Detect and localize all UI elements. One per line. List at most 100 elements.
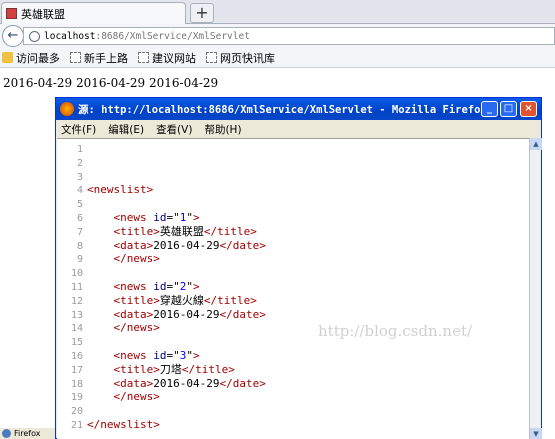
source-line: 4 <newslist> [57,183,527,197]
bookmark-label: 建议网站 [152,51,196,65]
watermark: http://blog.csdn.net/ [318,322,473,340]
line-number: 9 [76,254,83,265]
code-token: <news [113,211,154,224]
code-token: <data> [113,239,154,252]
source-line: 2 [57,156,527,170]
code-token: 2016-04-29 [153,239,220,252]
code-token: </news> [113,321,160,334]
code-token: </news> [113,390,160,403]
bookmark-web-slice-gallery[interactable]: 网页快讯库 [206,50,275,66]
line-number: 21 [70,420,83,431]
url-path: :8686/XmlService/XmlServlet [95,30,250,42]
line-code: <title>穿越火線</title> [87,294,257,307]
line-number: 14 [70,323,83,334]
bookmarks-toolbar: 访问最多 新手上路 建议网站 网页快讯库 [0,48,555,68]
code-token: " [186,280,193,293]
code-token: > [193,349,200,362]
source-line: 10 [57,266,527,280]
scroll-down-icon[interactable]: ▼ [530,428,542,439]
tab-bar: 英雄联盟 + [0,0,555,24]
window-title-bar[interactable]: 源: http://localhost:8686/XmlService/XmlS… [56,98,541,120]
code-token: > [193,280,200,293]
source-code-view[interactable]: 1 2 3 4 <newslist> 5 6 <news id="1"> 7 <title>英… [57,138,529,439]
source-line: 17 <title>刀塔</title> [57,363,527,377]
code-token: <newslist> [87,183,154,196]
line-number: 15 [70,337,83,348]
line-code: <title>英雄联盟</title> [87,225,257,238]
menu-help[interactable]: 帮助(H) [204,122,241,137]
code-token: <data> [113,308,154,321]
line-number: 19 [70,392,83,403]
bookmark-page-icon [138,52,149,63]
source-line: 9 </news> [57,252,527,266]
status-text: Firefox [14,429,41,438]
line-number: 1 [76,144,83,155]
globe-icon [29,30,40,42]
back-button[interactable]: ← [2,25,24,47]
code-token: id [153,280,167,293]
line-code: <title>刀塔</title> [87,363,235,376]
line-code: </news> [87,390,160,403]
url-host: localhost [44,30,96,42]
code-token: </date> [219,377,266,390]
tab-title: 英雄联盟 [21,7,65,21]
maximize-button[interactable]: □ [500,101,517,117]
line-number: 7 [76,227,83,238]
new-tab-button[interactable]: + [190,3,214,23]
code-token: <title> [113,363,160,376]
code-token: id [153,211,167,224]
bookmark-label: 新手上路 [84,51,128,65]
bookmark-suggested-sites[interactable]: 建议网站 [138,50,196,66]
menu-file[interactable]: 文件(F) [61,122,96,137]
vertical-scrollbar[interactable]: ▲ ▼ [529,138,542,439]
code-token: 2016-04-29 [153,377,220,390]
code-token: > [193,211,200,224]
line-code: <data>2016-04-29</date> [87,377,266,390]
minimize-button[interactable]: _ [481,101,498,117]
line-code: <news id="3"> [87,349,200,362]
menu-view[interactable]: 查看(V) [156,122,192,137]
browser-tab[interactable]: 英雄联盟 [1,2,186,24]
line-number: 12 [70,296,83,307]
code-token: " [186,349,193,362]
line-number: 17 [70,365,83,376]
close-button[interactable]: × [520,101,537,117]
code-token: =" [166,211,180,224]
source-line: 6 <news id="1"> [57,211,527,225]
code-token: </date> [219,308,266,321]
source-line: 20 [57,404,527,418]
code-token: <title> [113,294,160,307]
line-code: <data>2016-04-29</date> [87,308,266,321]
source-line: 3 [57,170,527,184]
code-token: <title> [113,225,160,238]
line-code: <data>2016-04-29</date> [87,239,266,252]
menu-edit[interactable]: 编辑(E) [108,122,144,137]
code-token: 刀塔 [159,363,182,376]
code-token: 2016-04-29 [153,308,220,321]
bookmark-star-icon [2,52,13,63]
code-token: </title> [203,294,257,307]
code-token: </title> [203,225,257,238]
info-icon [2,429,11,438]
scroll-up-icon[interactable]: ▲ [530,138,542,150]
address-bar[interactable]: localhost :8686/XmlService/XmlServlet [23,27,555,45]
line-number: 20 [70,406,83,417]
bookmark-getting-started[interactable]: 新手上路 [70,50,128,66]
line-code: <news id="1"> [87,211,200,224]
source-line: 19 </news> [57,390,527,404]
code-token: " [186,211,193,224]
line-number: 11 [70,282,83,293]
bookmark-most-visited[interactable]: 访问最多 [2,50,60,66]
page-output-text: 2016-04-29 2016-04-29 2016-04-29 [3,76,219,90]
menu-bar: 文件(F) 编辑(E) 查看(V) 帮助(H) [56,120,541,138]
